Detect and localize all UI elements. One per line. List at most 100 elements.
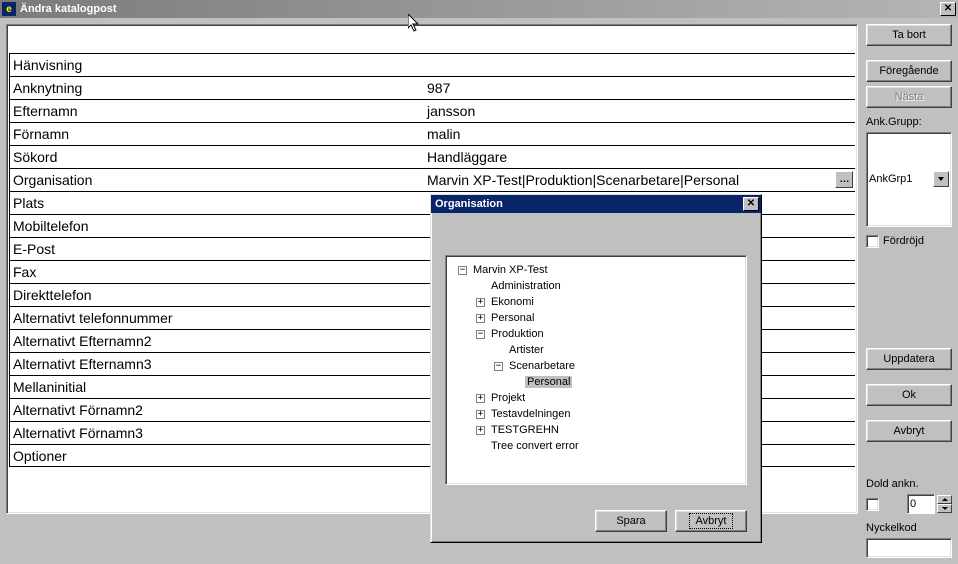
expand-icon[interactable]: + <box>476 410 485 419</box>
organisation-tree[interactable]: −Marvin XP-TestAdministration+Ekonomi+Pe… <box>445 255 747 485</box>
field-label: Mellaninitial <box>9 375 424 398</box>
field-value[interactable]: Marvin XP-Test|Produktion|Scenarbetare|P… <box>424 168 855 191</box>
dialog-title: Organisation <box>433 198 743 210</box>
tree-label[interactable]: Artister <box>507 344 546 356</box>
tree-label[interactable]: Testavdelningen <box>489 408 573 420</box>
field-label: Fax <box>9 260 424 283</box>
expand-icon[interactable]: + <box>476 394 485 403</box>
tree-leaf-icon <box>476 442 485 451</box>
tree-label[interactable]: Personal <box>525 376 572 388</box>
grid-row: Förnamnmalin <box>9 122 855 145</box>
tree-node[interactable]: −Scenarbetare <box>450 358 742 374</box>
tree-node[interactable]: + TESTGREHN <box>450 422 742 438</box>
tree-label[interactable]: Scenarbetare <box>507 360 577 372</box>
tree-node[interactable]: + Testavdelningen <box>450 406 742 422</box>
tree-label[interactable]: Produktion <box>489 328 546 340</box>
close-button[interactable]: ✕ <box>940 2 956 16</box>
field-value[interactable] <box>424 53 855 76</box>
expand-icon[interactable]: + <box>476 314 485 323</box>
browse-button[interactable]: … <box>835 171 853 188</box>
tree-leaf-icon <box>512 378 521 387</box>
tree-label[interactable]: Marvin XP-Test <box>471 264 550 276</box>
hidden-ext-checkbox[interactable] <box>866 498 879 511</box>
tree-node[interactable]: −Produktion <box>450 326 742 342</box>
spinner-down-button[interactable] <box>937 504 952 513</box>
field-label: Efternamn <box>9 99 424 122</box>
field-label: E-Post <box>9 237 424 260</box>
field-label: Alternativt Efternamn3 <box>9 352 424 375</box>
field-label: Alternativt Förnamn2 <box>9 398 424 421</box>
tree-node[interactable]: Tree convert error <box>450 438 742 454</box>
field-label: Hänvisning <box>9 53 424 76</box>
tree-label[interactable]: Administration <box>489 280 563 292</box>
chevron-down-icon[interactable] <box>933 171 949 187</box>
field-value[interactable]: jansson <box>424 99 855 122</box>
field-label: Sökord <box>9 145 424 168</box>
tree-label[interactable]: Tree convert error <box>489 440 581 452</box>
field-label: Anknytning <box>9 76 424 99</box>
field-label: Organisation <box>9 168 424 191</box>
spinner-up-button[interactable] <box>937 495 952 504</box>
tree-node[interactable]: + Personal <box>450 310 742 326</box>
grid-row: Anknytning987 <box>9 76 855 99</box>
field-value[interactable]: Handläggare <box>424 145 855 168</box>
tree-node[interactable]: + Ekonomi <box>450 294 742 310</box>
tree-node[interactable]: Administration <box>450 278 742 294</box>
delayed-label: Fördröjd <box>883 235 924 247</box>
keycode-label: Nyckelkod <box>866 522 952 534</box>
dialog-save-button[interactable]: Spara <box>595 510 667 532</box>
collapse-icon[interactable]: − <box>494 362 503 371</box>
field-label: Alternativt Förnamn3 <box>9 421 424 444</box>
group-label: Ank.Grupp: <box>866 116 952 128</box>
field-value[interactable]: malin <box>424 122 855 145</box>
delete-button[interactable]: Ta bort <box>866 24 952 46</box>
update-button[interactable]: Uppdatera <box>866 348 952 370</box>
tree-label[interactable]: Projekt <box>489 392 527 404</box>
collapse-icon[interactable]: − <box>476 330 485 339</box>
field-label: Direkttelefon <box>9 283 424 306</box>
tree-node[interactable]: + Projekt <box>450 390 742 406</box>
tree-node[interactable]: Artister <box>450 342 742 358</box>
grid-row: Efternamnjansson <box>9 99 855 122</box>
field-label: Alternativt telefonnummer <box>9 306 424 329</box>
group-select[interactable]: AnkGrp1 <box>866 132 952 227</box>
field-value[interactable]: 987 <box>424 76 855 99</box>
tree-label[interactable]: Personal <box>489 312 536 324</box>
spinner-value: 0 <box>908 498 934 510</box>
ok-button[interactable]: Ok <box>866 384 952 406</box>
main-window: e Ändra katalogpost ✕ HänvisningAnknytni… <box>0 0 958 564</box>
side-panel: Ta bort Föregående Nästa Ank.Grupp: AnkG… <box>866 24 952 558</box>
hidden-ext-spinner[interactable]: 0 <box>907 494 935 514</box>
next-button[interactable]: Nästa <box>866 86 952 108</box>
grid-row: SökordHandläggare <box>9 145 855 168</box>
tree-node[interactable]: Personal <box>450 374 742 390</box>
titlebar: e Ändra katalogpost ✕ <box>0 0 958 18</box>
field-label: Mobiltelefon <box>9 214 424 237</box>
delayed-checkbox[interactable] <box>866 235 879 248</box>
field-label: Optioner <box>9 444 424 467</box>
grid-row: Hänvisning <box>9 53 855 76</box>
field-label: Alternativt Efternamn2 <box>9 329 424 352</box>
tree-node[interactable]: −Marvin XP-Test <box>450 262 742 278</box>
field-label: Förnamn <box>9 122 424 145</box>
app-icon: e <box>2 2 16 16</box>
collapse-icon[interactable]: − <box>458 266 467 275</box>
expand-icon[interactable]: + <box>476 298 485 307</box>
prev-button[interactable]: Föregående <box>866 60 952 82</box>
dialog-titlebar: Organisation ✕ <box>431 195 761 213</box>
keycode-input[interactable] <box>866 538 952 558</box>
cancel-button[interactable]: Avbryt <box>866 420 952 442</box>
hidden-ext-label: Dold ankn. <box>866 478 952 490</box>
group-select-value: AnkGrp1 <box>869 173 912 185</box>
dialog-cancel-button[interactable]: Avbryt <box>675 510 747 532</box>
dialog-close-button[interactable]: ✕ <box>743 197 759 211</box>
expand-icon[interactable]: + <box>476 426 485 435</box>
delayed-row: Fördröjd <box>866 235 952 248</box>
tree-label[interactable]: TESTGREHN <box>489 424 561 436</box>
window-title: Ändra katalogpost <box>20 3 940 15</box>
tree-leaf-icon <box>476 282 485 291</box>
organisation-dialog: Organisation ✕ −Marvin XP-TestAdministra… <box>430 194 762 543</box>
tree-label[interactable]: Ekonomi <box>489 296 536 308</box>
field-label: Plats <box>9 191 424 214</box>
grid-row: OrganisationMarvin XP-Test|Produktion|Sc… <box>9 168 855 191</box>
